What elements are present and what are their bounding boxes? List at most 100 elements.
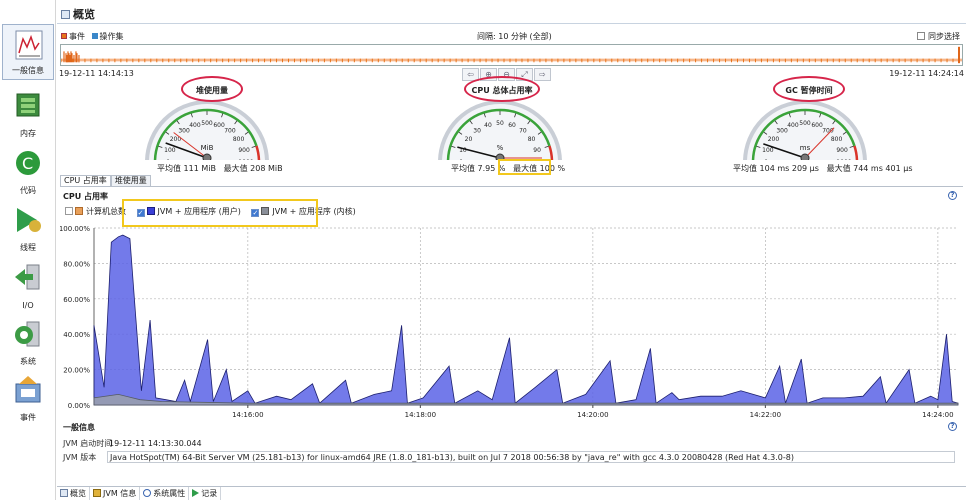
gauge-tick-label: 70 (519, 127, 527, 134)
bottom-tabs: 概览 JVM 信息 系统属性 记录 (57, 486, 966, 500)
heap-usage-gauge: 01002003004005006007008009001000MiB (145, 100, 269, 160)
gauge-hub (202, 153, 212, 160)
cpu-help-icon[interactable]: ? (948, 191, 957, 200)
gauge-tick-label: 0 (459, 159, 463, 160)
sidebar: 一般信息 内存 C 代码 线程 I/O 系统 事件 (0, 0, 56, 500)
threads-icon (17, 208, 41, 232)
events-legend-label: 事件 (69, 32, 85, 41)
ops-legend-swatch (91, 33, 98, 39)
y-tick-label: 80.00% (63, 260, 90, 268)
y-tick-label: 40.00% (63, 331, 90, 339)
gauge-hub (800, 153, 810, 160)
tab-jvm-info-label: JVM 信息 (103, 489, 137, 498)
y-tick-label: 0.00% (68, 402, 91, 410)
gauges-area: 01002003004005006007008009001000MiB 0102… (60, 76, 963, 175)
jvm-info-icon (93, 489, 101, 497)
x-tick-label: 14:22:00 (750, 411, 781, 418)
tab-jvm-info[interactable]: JVM 信息 (90, 487, 141, 500)
gauge-tick-label: 60 (508, 122, 516, 129)
gauge-tick-label: 40 (484, 122, 492, 129)
tab-cpu-usage[interactable]: CPU 占用率 (60, 175, 111, 186)
jvm-start-row: JVM 启动时间19-12-11 14:13:30.044 (63, 438, 204, 449)
overview-tab-icon (60, 489, 68, 497)
tab-record[interactable]: 记录 (189, 487, 222, 500)
sync-selection-checkbox[interactable]: 同步选择 (917, 31, 960, 42)
x-tick-label: 14:20:00 (577, 411, 608, 418)
gauge-unit: % (497, 144, 504, 152)
jvm-start-value: 19-12-11 14:13:30.044 (109, 439, 202, 448)
scroll-right-button[interactable]: ⇨ (534, 68, 551, 81)
timeline-start-time: 19-12-11 14:14:13 (59, 69, 134, 78)
interval-label: 间隔: 10 分钟 (全部) (477, 32, 552, 41)
jvm-start-key: JVM 启动时间 (63, 439, 113, 448)
ops-legend-label: 操作集 (99, 32, 124, 41)
general-help-icon[interactable]: ? (948, 422, 957, 431)
gauge-tick-label: 90 (533, 147, 541, 154)
legend-label-total: 计算机总数 (86, 207, 126, 216)
sidebar-item-label: I/O (22, 301, 34, 310)
legend-item-total[interactable]: 计算机总数 (65, 206, 126, 217)
system-props-icon (143, 489, 152, 497)
chart-subtabs: CPU 占用率 堆使用量 (60, 175, 151, 186)
sidebar-item-label: 内存 (20, 129, 36, 138)
cpu-usage-chart[interactable]: 0.00% 20.00% 40.00% 60.00% 80.00% 100.00% 14:1… (60, 222, 963, 418)
gauge-tick-label: 100 (762, 147, 774, 154)
sidebar-item-io[interactable]: I/O (2, 257, 54, 313)
tab-system-props-label: 系统属性 (153, 489, 186, 498)
x-tick-label: 14:18:00 (405, 411, 436, 418)
tab-heap-usage[interactable]: 堆使用量 (110, 175, 151, 186)
gauge-unit: ms (800, 144, 811, 152)
svg-text:C: C (22, 154, 33, 173)
sidebar-item-overview[interactable]: 一般信息 (2, 24, 54, 80)
panel-divider (60, 186, 963, 187)
cpu-gauge-title: CPU 总体占用率 (471, 86, 533, 95)
heap-avg: 平均值 111 MiB (157, 164, 216, 173)
gauge-tick-label: 1000 (836, 159, 851, 160)
sidebar-item-memory[interactable]: 内存 (2, 86, 54, 142)
overview-chart-icon (15, 30, 43, 60)
x-tick-label: 14:16:00 (232, 411, 263, 418)
gauge-tick-label: 50 (496, 120, 504, 127)
io-icon (15, 264, 40, 290)
gauge-tick-label: 800 (233, 136, 245, 143)
timeline-overview[interactable] (60, 44, 963, 66)
general-info-title: 一般信息 (63, 423, 95, 432)
sidebar-item-events[interactable]: 事件 (2, 370, 54, 426)
sync-label: 同步选择 (928, 32, 960, 41)
cpu-max-highlight (498, 159, 551, 175)
jvm-version-row: JVM 版本 Java HotSpot(TM) 64-Bit Server VM … (63, 451, 955, 463)
main-panel: 概览 事件 操作集 间隔: 10 分钟 (全部) 同步选择 19-12-11 1… (57, 0, 966, 500)
tab-overview[interactable]: 概览 (57, 487, 90, 500)
gc-avg: 平均值 104 ms 209 μs (733, 164, 819, 173)
gauge-tick-label: 0 (166, 159, 170, 160)
title-divider (57, 23, 966, 24)
cpu-panel-title: CPU 占用率 (63, 192, 109, 201)
legend-swatch-total (75, 207, 83, 215)
gauge-tick-label: 700 (224, 127, 236, 134)
memory-icon (16, 93, 40, 117)
sidebar-item-label: 事件 (20, 413, 36, 422)
user-cpu-area (93, 234, 959, 406)
sidebar-item-label: 代码 (20, 186, 36, 195)
legend-checkbox-total[interactable] (65, 207, 73, 215)
gauge-tick-label: 20 (465, 136, 473, 143)
heap-gauge-title: 堆使用量 (196, 86, 228, 95)
sidebar-item-label: 系统 (20, 357, 36, 366)
gauge-tick-label: 1000 (238, 159, 253, 160)
events-legend-swatch (61, 33, 67, 39)
sidebar-item-system[interactable]: 系统 (2, 314, 54, 370)
x-tick-label: 14:24:00 (922, 411, 953, 418)
sidebar-item-label: 一般信息 (12, 66, 44, 75)
jvm-version-key: JVM 版本 (63, 453, 97, 462)
heap-gauge-stats: 平均值 111 MiB 最大值 208 MiB (157, 163, 283, 174)
y-tick-label: 60.00% (63, 296, 90, 304)
sync-checkbox-box[interactable] (917, 32, 925, 40)
gauge-tick-label: 80 (528, 136, 536, 143)
sidebar-item-threads[interactable]: 线程 (2, 200, 54, 256)
events-icon (15, 376, 41, 403)
gauge-tick-label: 30 (473, 127, 481, 134)
gauge-tick-label: 900 (238, 147, 250, 154)
sidebar-item-code[interactable]: C 代码 (2, 143, 54, 199)
gauge-tick-label: 500 (799, 120, 811, 127)
tab-system-props[interactable]: 系统属性 (140, 487, 190, 500)
